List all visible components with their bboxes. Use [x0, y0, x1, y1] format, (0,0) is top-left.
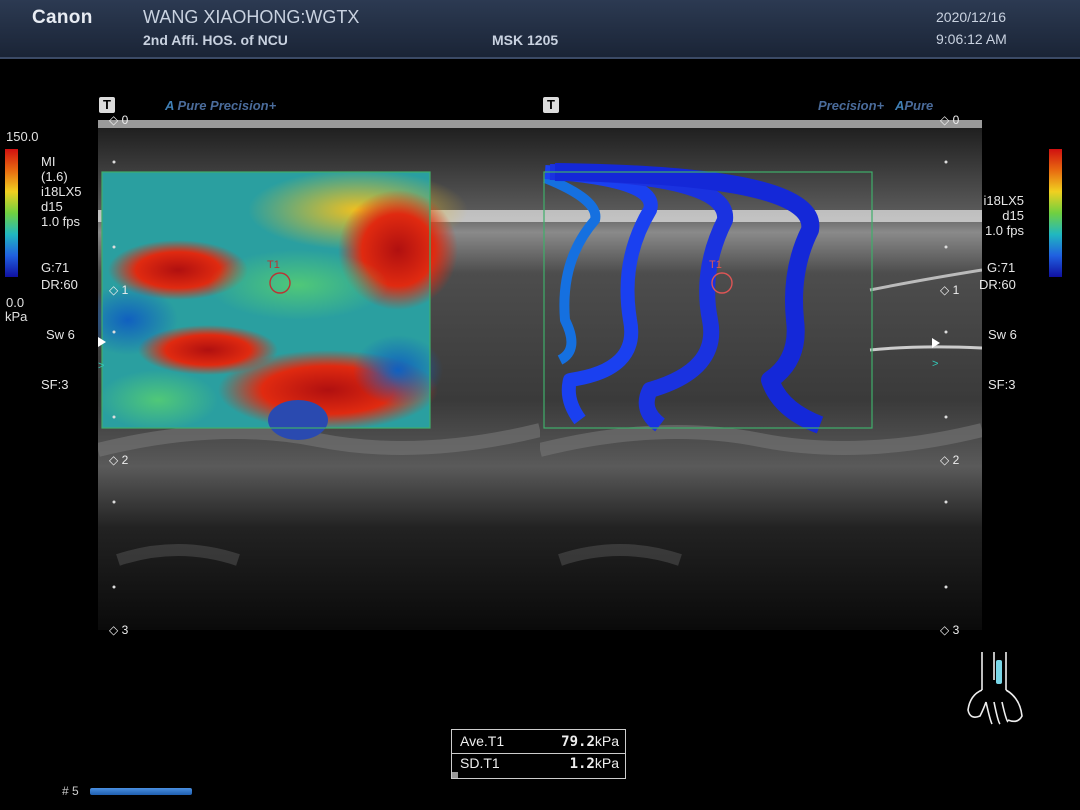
scale-min-label: 0.0 [6, 295, 25, 310]
right-focus-marker-icon [932, 338, 940, 348]
hand-wrist-body-mark-icon [960, 650, 1030, 735]
scale-unit-label: kPa [5, 309, 28, 324]
left-depth-2: ◇ 2 [109, 453, 129, 467]
left-depth-0: ◇ 0 [109, 113, 129, 127]
exam-time: 9:06:12 AM [936, 31, 1007, 47]
right-depth-3: ◇ 3 [940, 623, 960, 637]
header-bar: Canon WANG XIAOHONG:WGTX 2nd Affi. HOS. … [0, 0, 1080, 59]
cine-progress-bar[interactable] [90, 788, 192, 795]
measurement-results-box: Ave.T1 79.2kPa SD.T1 1.2kPa [451, 729, 626, 779]
frame-number: # 5 [62, 784, 79, 798]
right-panel-t-marker: T [543, 97, 559, 113]
sd-value: 1.2kPa [569, 755, 619, 772]
measurement-divider [452, 753, 625, 754]
right-depth-1: ◇ 1 [940, 283, 960, 297]
right-ultrasound-image [540, 120, 982, 630]
right-roi-label: T1 [709, 259, 722, 271]
right-depth-0: ◇ 0 [940, 113, 960, 127]
elasticity-map [98, 170, 468, 440]
left-sweep: Sw 6 [46, 327, 75, 342]
sd-label: SD.T1 [460, 755, 500, 771]
elasticity-color-bar [5, 149, 18, 277]
left-panel-t-marker: T [99, 97, 115, 113]
left-depth-1: ◇ 1 [109, 283, 129, 297]
left-dr: DR:60 [41, 277, 78, 292]
exam-date: 2020/12/16 [936, 9, 1007, 25]
left-ultrasound-image [98, 120, 540, 630]
left-gain: G:71 [41, 260, 70, 275]
left-sf: SF:3 [41, 377, 69, 392]
right-gain: G:71 [987, 260, 1016, 275]
left-depth-3: ◇ 3 [109, 623, 129, 637]
exam-preset: MSK 1205 [492, 32, 559, 48]
hospital-name: 2nd Affi. HOS. of NCU [143, 32, 288, 48]
right-param-list: i18LX5 d15 1.0 fps [983, 193, 1024, 238]
left-param-list: MI (1.6) i18LX5 d15 1.0 fps [41, 154, 82, 229]
left-probe-marker-icon: > [98, 360, 105, 372]
right-sf: SF:3 [988, 377, 1016, 392]
scale-max-label: 150.0 [6, 129, 39, 144]
brand-logo: Canon [32, 7, 93, 28]
right-depth-2: ◇ 2 [940, 453, 960, 467]
measurement-corner-marker [452, 772, 458, 778]
ave-label: Ave.T1 [460, 733, 505, 749]
right-dr: DR:60 [979, 277, 1016, 292]
patient-name: WANG XIAOHONG:WGTX [143, 7, 360, 27]
right-probe-marker-icon: > [932, 358, 939, 370]
right-mode-label: Precision+ APure [818, 98, 934, 113]
left-mode-label: A Pure Precision+ [165, 98, 277, 113]
ave-value: 79.2kPa [561, 733, 619, 750]
right-sweep: Sw 6 [988, 327, 1017, 342]
propagation-color-bar [1049, 149, 1062, 277]
left-roi-label: T1 [267, 259, 280, 271]
left-focus-marker-icon [98, 337, 106, 347]
